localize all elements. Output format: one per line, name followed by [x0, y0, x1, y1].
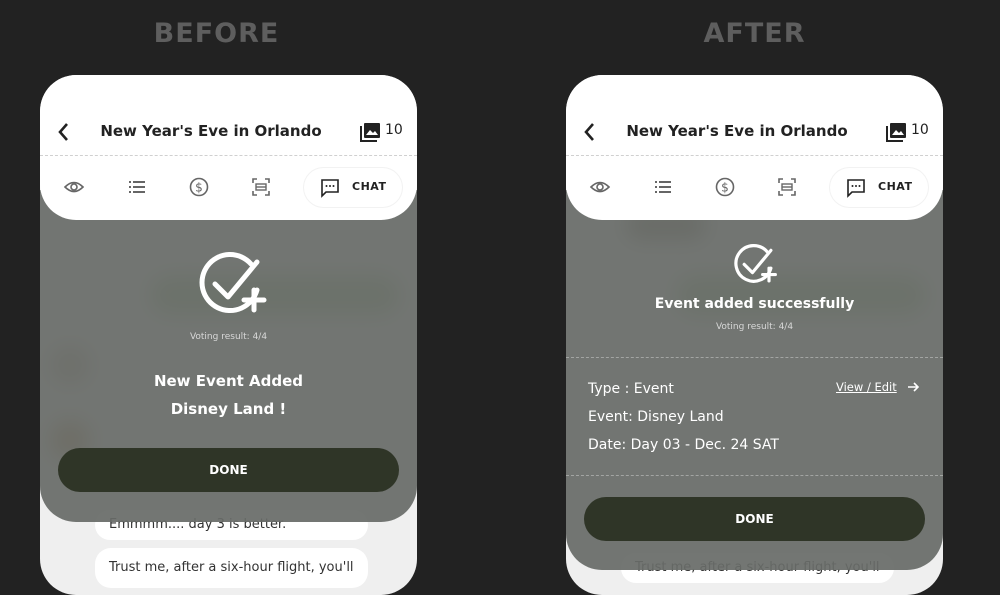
- dollar-icon[interactable]: $: [714, 176, 736, 198]
- eye-icon[interactable]: [63, 176, 85, 198]
- before-phone: Emmmm.... day 3 is better. Trust me, aft…: [40, 75, 417, 595]
- divider: [566, 475, 943, 476]
- event-type: Type : Event: [588, 381, 674, 397]
- photo-count: 10: [385, 122, 403, 138]
- view-edit-link[interactable]: View / Edit: [836, 380, 897, 394]
- chat-tab-label: CHAT: [352, 180, 387, 193]
- back-icon[interactable]: [582, 121, 598, 143]
- event-name: Disney Land !: [170, 400, 287, 418]
- event-date: Date: Day 03 - Dec. 24 SAT: [588, 437, 779, 453]
- after-phone: Trust me, after a six-hour flight, you'l…: [566, 75, 943, 595]
- after-label: AFTER: [703, 18, 806, 49]
- trip-header: New Year's Eve in Orlando 10 $ CHAT: [566, 75, 943, 220]
- done-button[interactable]: DONE: [58, 448, 399, 492]
- scan-icon[interactable]: [776, 176, 798, 198]
- trip-title: New Year's Eve in Orlando: [100, 122, 322, 140]
- tab-chat[interactable]: CHAT: [830, 168, 928, 207]
- tab-bar: $ CHAT: [40, 156, 417, 220]
- trip-title: New Year's Eve in Orlando: [626, 122, 848, 140]
- dollar-icon[interactable]: $: [188, 176, 210, 198]
- chat-tab-label: CHAT: [878, 180, 913, 193]
- event-success-modal: Event added successfully Voting result: …: [566, 190, 943, 570]
- photo-icon[interactable]: [360, 122, 381, 142]
- photo-count: 10: [911, 122, 929, 138]
- svg-text:$: $: [195, 181, 203, 195]
- chat-icon: [847, 179, 865, 198]
- scan-icon[interactable]: [250, 176, 272, 198]
- divider: [566, 357, 943, 358]
- arrow-right-icon[interactable]: [907, 381, 920, 393]
- voting-result: Voting result: 4/4: [189, 332, 268, 342]
- check-add-icon: [199, 252, 267, 313]
- check-add-icon: [734, 244, 777, 283]
- chat-message: Trust me, after a six-hour flight, you'l…: [95, 548, 368, 588]
- trip-header: New Year's Eve in Orlando 10 $ CHAT: [40, 75, 417, 220]
- eye-icon[interactable]: [589, 176, 611, 198]
- success-message: Event added successfully: [654, 296, 855, 312]
- event-added-modal: Voting result: 4/4 New Event Added Disne…: [40, 190, 417, 522]
- photo-icon[interactable]: [886, 122, 907, 142]
- svg-text:$: $: [721, 181, 729, 195]
- event-name: Event: Disney Land: [588, 409, 724, 425]
- list-icon[interactable]: [126, 176, 148, 198]
- chat-icon: [321, 179, 339, 198]
- tab-chat[interactable]: CHAT: [304, 168, 402, 207]
- back-icon[interactable]: [56, 121, 72, 143]
- voting-result: Voting result: 4/4: [715, 322, 794, 332]
- before-label: BEFORE: [153, 18, 280, 49]
- done-button[interactable]: DONE: [584, 497, 925, 541]
- list-icon[interactable]: [652, 176, 674, 198]
- modal-title: New Event Added: [153, 372, 304, 390]
- tab-bar: $ CHAT: [566, 156, 943, 220]
